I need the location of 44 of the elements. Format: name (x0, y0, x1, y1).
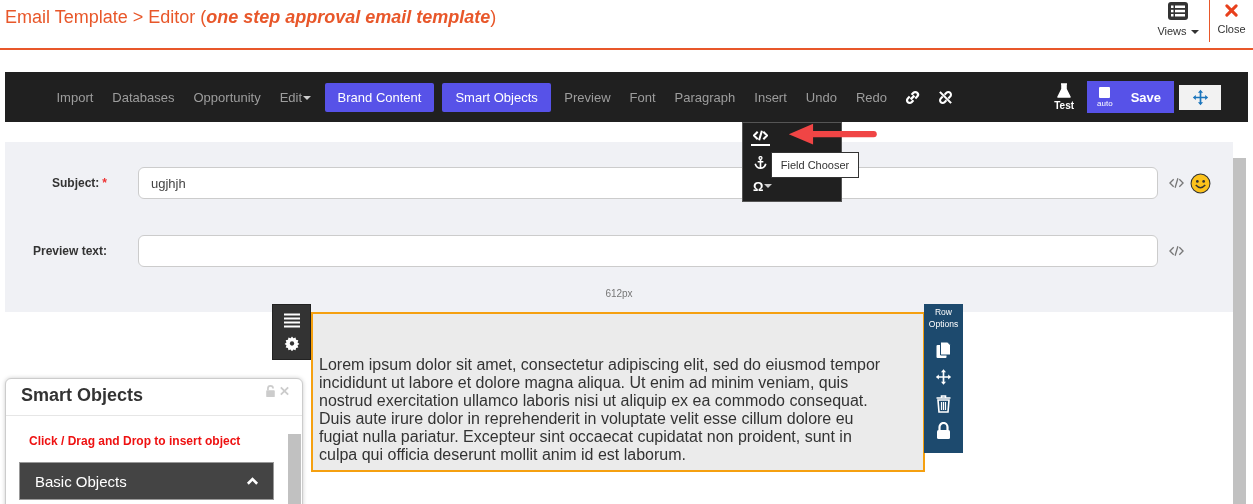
toolbar-link[interactable]: Paragraph (665, 89, 745, 105)
toolbar-button[interactable]: Smart Objects (442, 82, 551, 112)
toolbar-link[interactable]: Insert (744, 89, 797, 105)
row-options-title: Row Options (927, 306, 960, 330)
chevron-icon (246, 476, 259, 486)
emoji-icon[interactable] (1190, 172, 1211, 194)
move-icon (1191, 88, 1209, 106)
toolbar-button[interactable]: Brand Content (324, 82, 435, 112)
input-field[interactable] (138, 235, 1158, 267)
panel-title: Smart Objects (21, 385, 144, 407)
tooltip: Field Chooser (771, 152, 859, 178)
toolbar-link[interactable]: Databases (102, 89, 184, 105)
link-icon[interactable] (905, 89, 921, 105)
page-title: Email Template > Editor (one step approval email template) (4, 6, 497, 28)
trash-icon[interactable] (935, 395, 952, 413)
field-label: Preview text: (31, 244, 107, 258)
toolbar-link[interactable]: Font (620, 89, 666, 105)
menu-icon[interactable] (283, 313, 300, 328)
body-paragraph: Lorem ipsum dolor sit amet, consectetur adipiscing elit, sed do eiusmod tempor incididunt ut labore et dolore magna aliqua. Ut enim ad minim veniam, quis nostrud exercitation ullamco laboris nisi ut aliquip ex ea commodo consequat. Duis aute irure dolor in reprehenderit in voluptate velit esse cillum dolore eu fugiat nulla pariatur. Excepteur sint occaecat cupidatat non proident, sunt in culpa qui officia deserunt mollit anim id est laborum. (319, 356, 882, 464)
save-button[interactable]: auto Save (1087, 81, 1174, 113)
instruction-text: Click / Drag and Drop to insert object (29, 434, 242, 448)
close-button[interactable]: Close (1209, 0, 1253, 42)
settings-icon[interactable] (283, 336, 300, 351)
unlink-icon[interactable] (938, 89, 954, 105)
lock-icon[interactable] (935, 422, 952, 440)
toolbar-link[interactable]: Preview (554, 89, 621, 105)
toolbar-link[interactable]: Undo (796, 89, 847, 105)
toolbar-link[interactable]: Redo (846, 89, 897, 105)
test-button[interactable]: Test (1054, 83, 1075, 111)
text-block[interactable] (311, 312, 925, 472)
section-header[interactable]: Basic Objects (19, 462, 274, 500)
toolbar-link[interactable]: Import (47, 89, 103, 105)
move-button[interactable] (1179, 84, 1221, 110)
views-button[interactable]: Views (1147, 0, 1209, 42)
field-label: Subject: * (51, 176, 107, 190)
scrollbar[interactable] (1233, 158, 1246, 504)
move-icon[interactable] (935, 368, 952, 386)
close-icon (1225, 4, 1238, 17)
flask-icon (1057, 83, 1072, 99)
edit-menu[interactable]: Edit (270, 89, 321, 105)
copy-icon[interactable] (935, 341, 952, 359)
scrollbar[interactable] (288, 434, 301, 504)
toolbar-link[interactable]: Opportunity (184, 89, 271, 105)
width-label: 612px (604, 288, 634, 299)
